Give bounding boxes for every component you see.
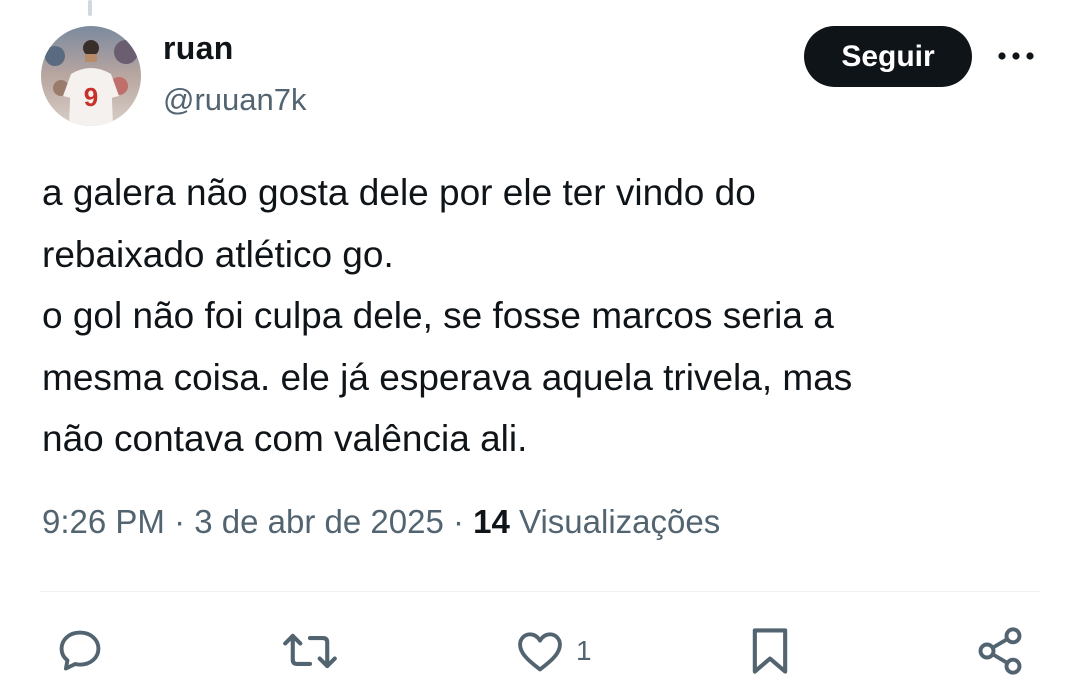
svg-text:9: 9 — [84, 82, 98, 112]
meta-separator: · — [452, 503, 464, 540]
retweet-button[interactable] — [282, 623, 338, 679]
tweet-date[interactable]: 3 de abr de 2025 — [194, 503, 444, 540]
avatar-photo: 9 — [41, 26, 141, 126]
meta-separator: · — [174, 503, 186, 540]
follow-button[interactable]: Seguir — [804, 26, 972, 87]
like-count: 1 — [576, 635, 592, 666]
user-handle[interactable]: @ruuan7k — [163, 82, 307, 118]
display-name[interactable]: ruan — [163, 30, 234, 67]
views-count: 14 — [473, 503, 510, 540]
avatar[interactable]: 9 — [41, 26, 141, 126]
bookmark-button[interactable] — [746, 623, 794, 679]
thread-connector-line — [88, 0, 92, 16]
share-icon — [978, 627, 1022, 675]
reply-button[interactable] — [54, 623, 106, 679]
divider — [40, 591, 1040, 592]
more-horizontal-icon — [998, 52, 1034, 60]
heart-icon — [518, 632, 562, 672]
reply-icon — [59, 630, 101, 671]
share-button[interactable] — [974, 623, 1026, 679]
retweet-icon — [283, 633, 337, 669]
tweet-meta: 9:26 PM · 3 de abr de 2025 · 14 Visualiz… — [42, 503, 720, 541]
views-label[interactable]: Visualizações — [519, 503, 720, 540]
like-button[interactable]: 1 — [514, 623, 592, 679]
bookmark-icon — [752, 628, 788, 674]
tweet-time[interactable]: 9:26 PM — [42, 503, 165, 540]
more-options-button[interactable] — [992, 38, 1040, 74]
tweet-text: a galera não gosta dele por ele ter vind… — [42, 172, 853, 459]
